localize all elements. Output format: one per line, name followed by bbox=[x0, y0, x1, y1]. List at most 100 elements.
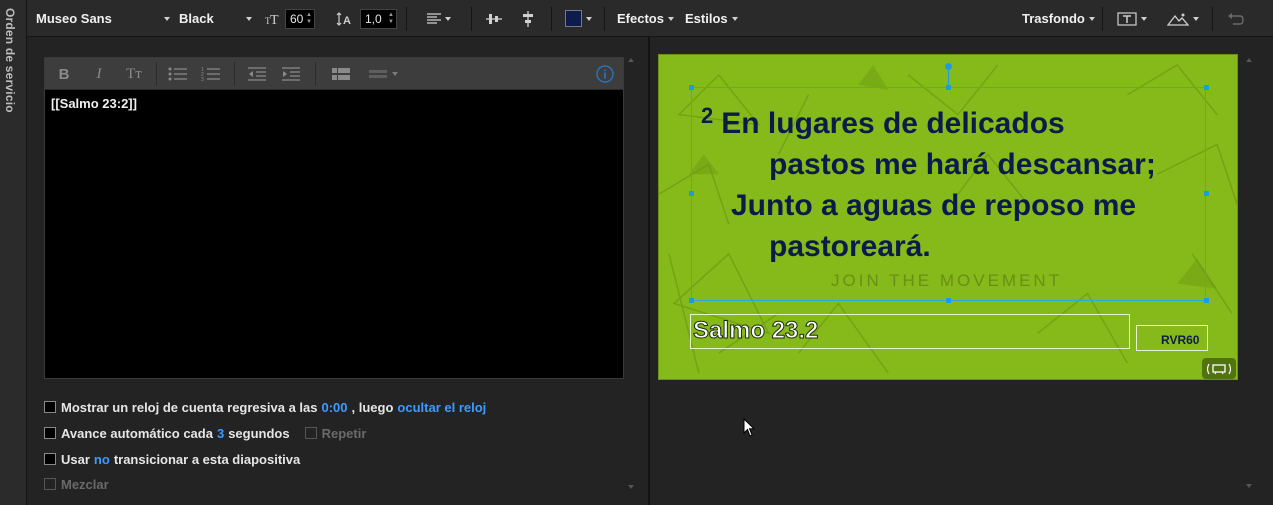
repeat-checkbox[interactable] bbox=[304, 427, 317, 439]
slide-preview[interactable]: JOIN THE MOVEMENT 2 En lugares de delicad… bbox=[658, 54, 1238, 380]
chevron-down-icon bbox=[586, 16, 592, 21]
align-center-vertical-icon bbox=[486, 13, 502, 24]
transition-prefix: Usar bbox=[61, 451, 90, 467]
line-spacing-value: 1,0 bbox=[365, 11, 382, 26]
text-case-icon[interactable]: Tт bbox=[123, 63, 145, 85]
shuffle-option: Mezclar bbox=[44, 475, 109, 493]
table-icon[interactable] bbox=[330, 63, 352, 85]
transition-value-link[interactable]: no bbox=[94, 452, 110, 467]
editor-divider bbox=[156, 62, 157, 86]
auto-advance-seconds-link[interactable]: 3 bbox=[217, 426, 224, 441]
outdent-icon[interactable] bbox=[246, 63, 268, 85]
chevron-down-icon bbox=[164, 16, 170, 21]
countdown-option: Mostrar un reloj de cuenta regresiva a l… bbox=[44, 398, 490, 416]
countdown-action-link[interactable]: ocultar el reloj bbox=[397, 400, 486, 415]
resize-handle[interactable] bbox=[1204, 191, 1209, 196]
font-weight-dropdown[interactable] bbox=[242, 0, 252, 37]
service-order-tab[interactable]: Orden de servicio bbox=[0, 0, 27, 505]
countdown-time-link[interactable]: 0:00 bbox=[322, 400, 348, 415]
broadcast-icon bbox=[1206, 363, 1232, 374]
bullet-list-icon[interactable] bbox=[167, 63, 189, 85]
resize-handle[interactable] bbox=[689, 298, 694, 303]
layout-menu[interactable] bbox=[363, 63, 403, 85]
editor-divider bbox=[234, 62, 235, 86]
background-label: Trasfondo bbox=[1022, 11, 1085, 26]
numbered-list-icon[interactable]: 123 bbox=[200, 63, 222, 85]
indent-icon[interactable] bbox=[280, 63, 302, 85]
font-family-select[interactable]: Museo Sans bbox=[36, 0, 112, 37]
chevron-down-icon bbox=[246, 16, 252, 21]
background-menu[interactable]: Trasfondo bbox=[1022, 0, 1095, 37]
italic-icon[interactable]: I bbox=[90, 63, 108, 85]
editor-text-area[interactable]: [[Salmo 23:2]] bbox=[45, 90, 623, 378]
chevron-down-icon bbox=[445, 16, 451, 21]
scroll-down-icon[interactable] bbox=[628, 485, 634, 489]
rotate-handle[interactable] bbox=[945, 63, 952, 70]
editor-content: [[Salmo 23:2]] bbox=[51, 96, 137, 111]
countdown-prefix: Mostrar un reloj de cuenta regresiva a l… bbox=[61, 399, 318, 415]
text-selection-box[interactable] bbox=[691, 87, 1206, 301]
scroll-down-icon[interactable] bbox=[1246, 484, 1252, 488]
auto-advance-prefix: Avance automático cada bbox=[61, 425, 213, 441]
stepper-icon[interactable]: ▲ ▼ bbox=[306, 12, 312, 26]
toolbar-divider bbox=[1212, 7, 1213, 31]
shuffle-label: Mezclar bbox=[61, 476, 109, 492]
editor-toolbar: B I Tт 123 bbox=[45, 58, 623, 90]
mouse-cursor-icon bbox=[743, 418, 756, 437]
toolbar-divider bbox=[471, 7, 472, 31]
format-toolbar: Museo Sans Black TT 60 ▲ ▼ A 1,0 ▲ ▼ Efe… bbox=[27, 0, 1273, 37]
chevron-down-icon bbox=[392, 72, 398, 76]
transition-checkbox[interactable] bbox=[44, 453, 56, 465]
transition-option: Usar no transicionar a esta diapositiva bbox=[44, 450, 300, 468]
align-vertical-button[interactable] bbox=[486, 0, 502, 37]
stepper-icon[interactable]: ▲ ▼ bbox=[388, 12, 394, 26]
rotate-handle-line bbox=[948, 67, 949, 87]
undo-button[interactable] bbox=[1227, 0, 1245, 37]
text-color-swatch bbox=[565, 10, 582, 27]
styles-menu[interactable]: Estilos bbox=[685, 0, 738, 37]
align-center-horizontal-icon bbox=[523, 10, 533, 27]
countdown-checkbox[interactable] bbox=[44, 401, 56, 413]
text-align-button[interactable] bbox=[427, 0, 451, 37]
app-window: Orden de servicio Museo Sans Black TT 60… bbox=[0, 0, 1273, 505]
broadcast-button[interactable] bbox=[1202, 358, 1236, 379]
font-size-value: 60 bbox=[290, 11, 304, 26]
scroll-up-icon[interactable] bbox=[1246, 58, 1252, 62]
svg-text:T: T bbox=[270, 13, 279, 26]
editor-divider bbox=[315, 62, 316, 86]
font-size-icon: TT bbox=[265, 0, 281, 37]
font-weight-select[interactable]: Black bbox=[179, 0, 214, 37]
bold-icon[interactable]: B bbox=[55, 63, 73, 85]
resize-handle[interactable] bbox=[1204, 85, 1209, 90]
transition-suffix: transicionar a esta diapositiva bbox=[113, 451, 301, 467]
effects-menu[interactable]: Efectos bbox=[617, 0, 674, 37]
svg-text:3: 3 bbox=[201, 77, 204, 82]
resize-handle[interactable] bbox=[689, 191, 694, 196]
add-text-box-button[interactable] bbox=[1117, 0, 1147, 37]
align-horizontal-button[interactable] bbox=[520, 0, 536, 37]
auto-advance-suffix: segundos bbox=[228, 425, 290, 441]
align-left-icon bbox=[427, 12, 441, 24]
service-order-tab-label: Orden de servicio bbox=[3, 8, 17, 113]
chevron-down-icon bbox=[667, 16, 674, 21]
layout-icon bbox=[369, 70, 387, 78]
add-image-button[interactable] bbox=[1167, 0, 1199, 37]
font-family-dropdown[interactable] bbox=[160, 0, 170, 37]
resize-handle[interactable] bbox=[689, 85, 694, 90]
font-size-input[interactable]: 60 ▲ ▼ bbox=[285, 0, 315, 37]
scroll-up-icon[interactable] bbox=[628, 58, 634, 62]
text-color-button[interactable] bbox=[565, 0, 592, 37]
toolbar-divider bbox=[1102, 7, 1103, 31]
toolbar-divider bbox=[604, 7, 605, 31]
shuffle-checkbox[interactable] bbox=[44, 478, 56, 490]
auto-advance-checkbox[interactable] bbox=[44, 427, 56, 439]
resize-handle[interactable] bbox=[1204, 298, 1209, 303]
styles-label: Estilos bbox=[685, 11, 728, 26]
toolbar-divider bbox=[551, 7, 552, 31]
chevron-down-icon bbox=[731, 16, 738, 21]
repeat-label: Repetir bbox=[321, 425, 367, 441]
info-icon[interactable] bbox=[595, 63, 615, 85]
resize-handle[interactable] bbox=[946, 298, 951, 303]
auto-advance-option: Avance automático cada 3 segundos Repeti… bbox=[44, 424, 366, 442]
line-spacing-input[interactable]: 1,0 ▲ ▼ bbox=[360, 0, 397, 37]
